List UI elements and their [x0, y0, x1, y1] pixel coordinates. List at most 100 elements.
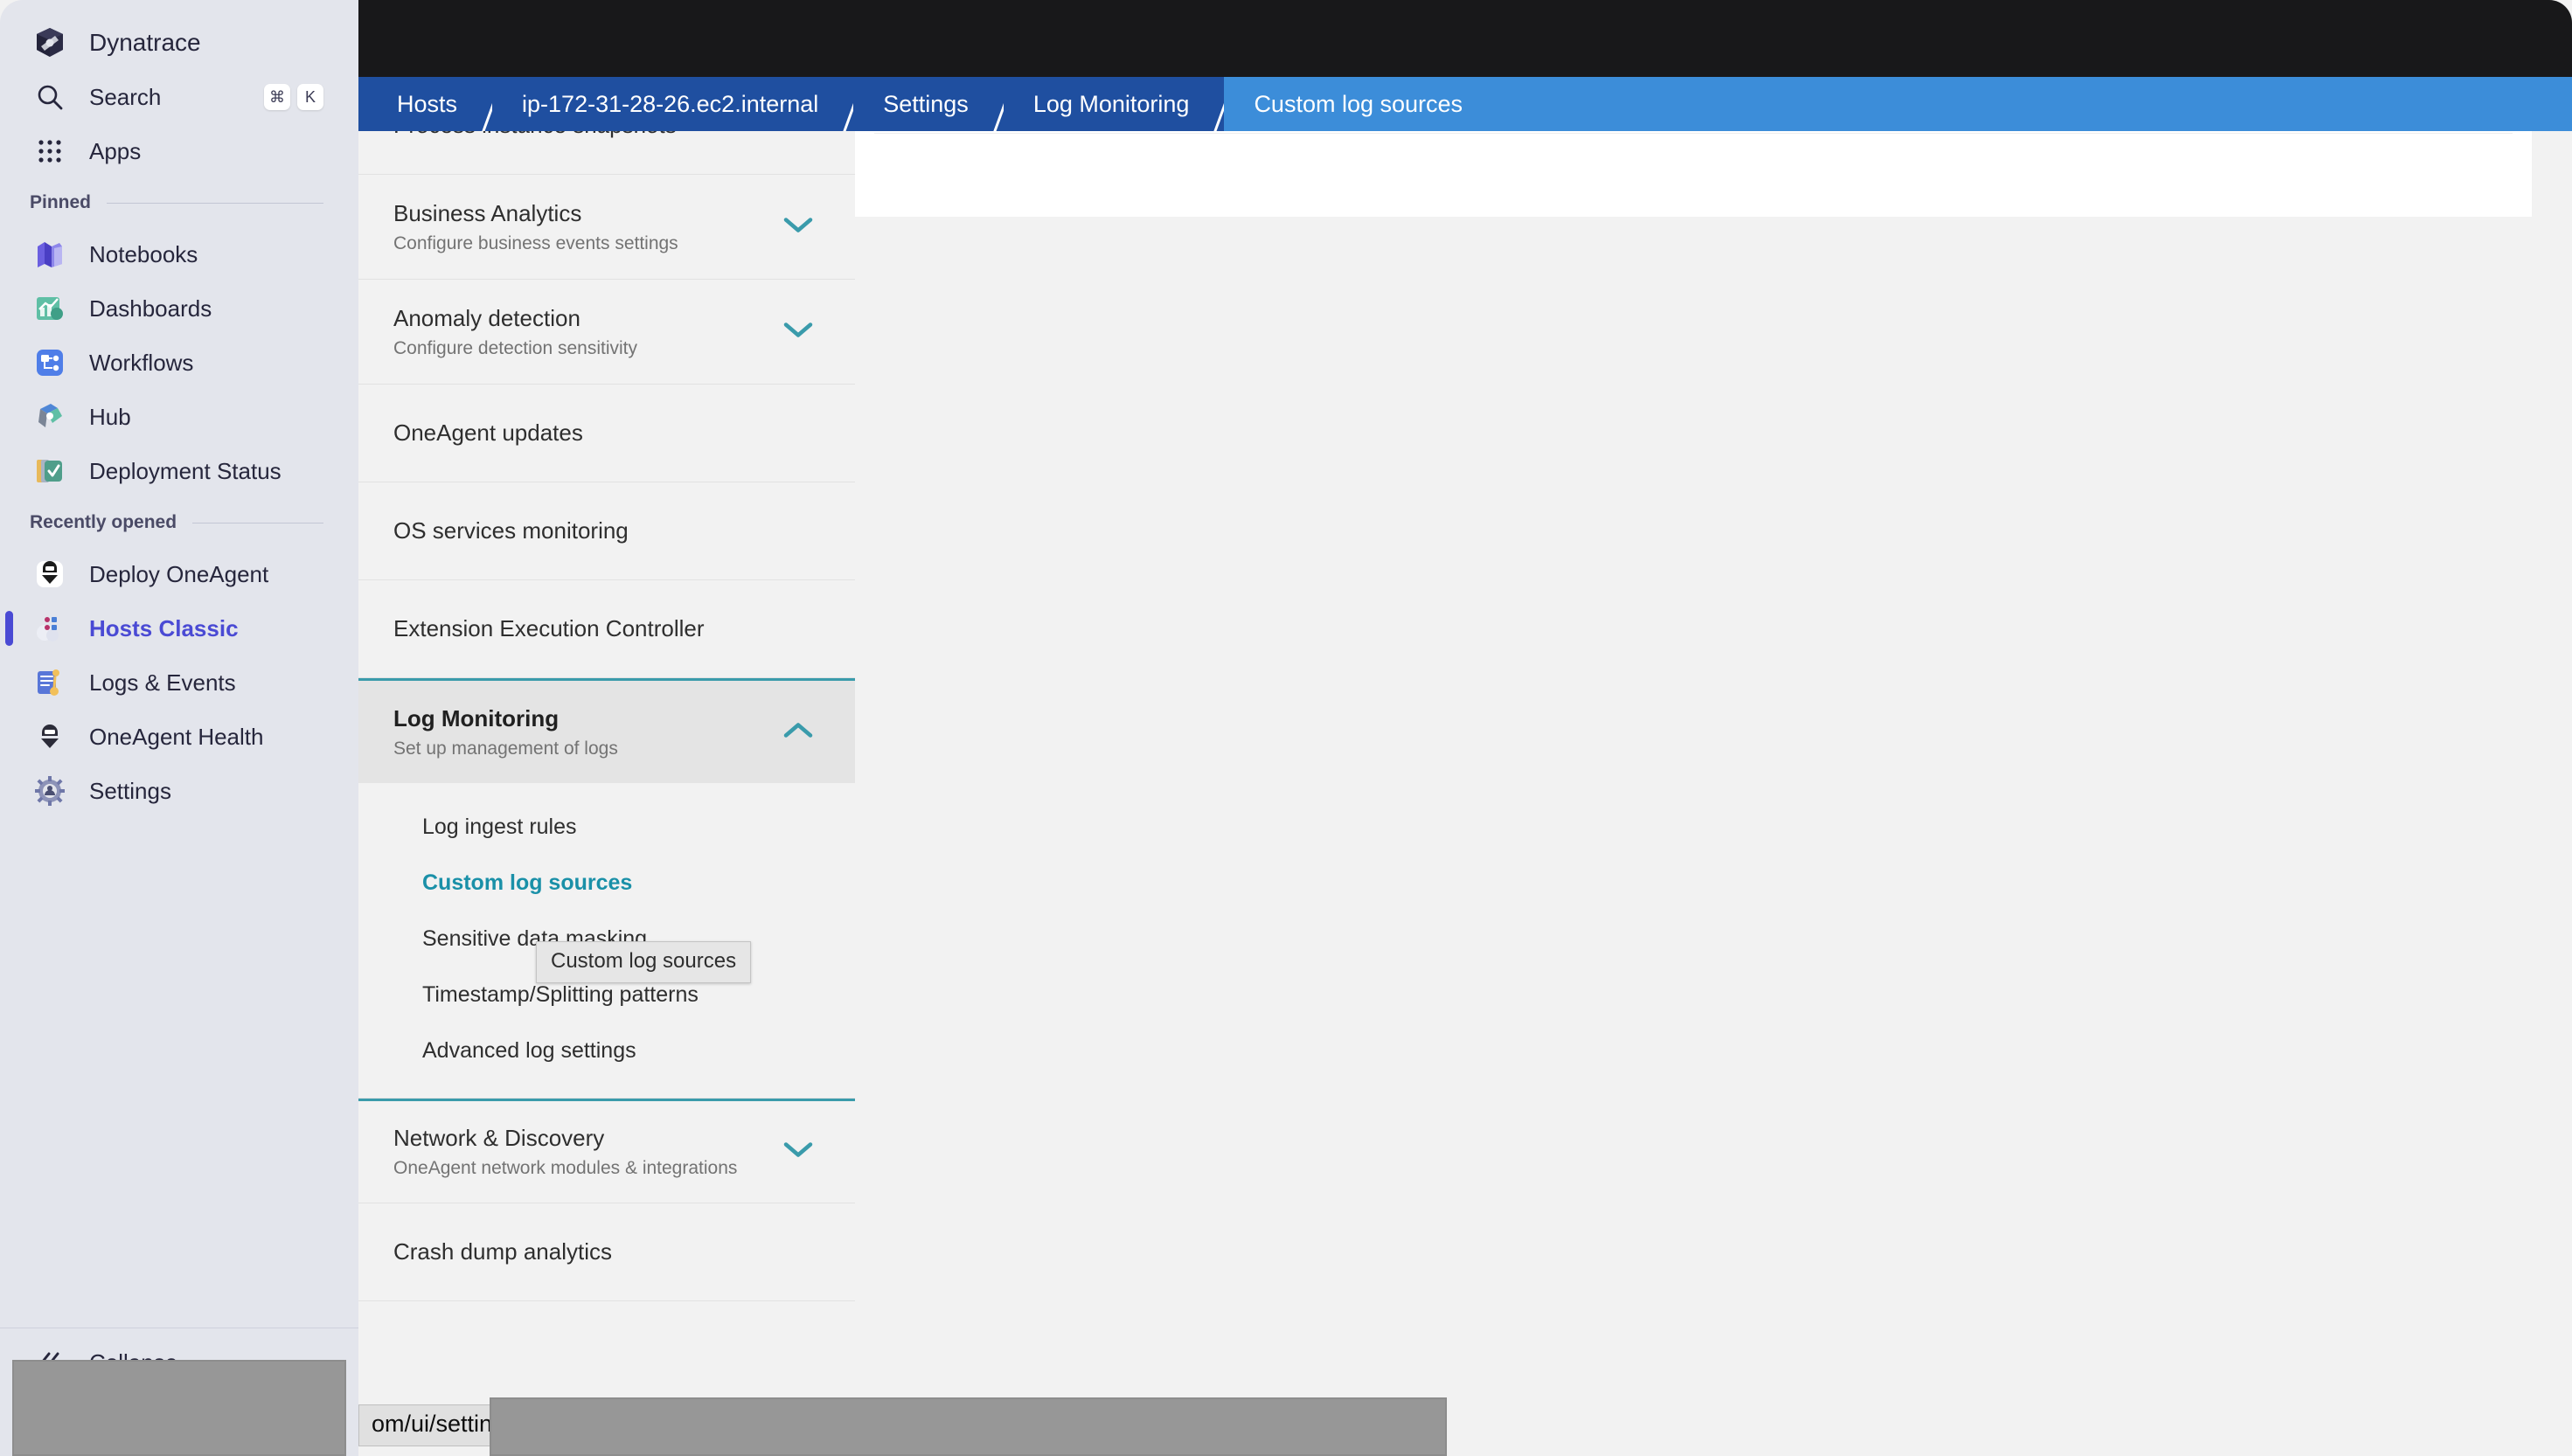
section-title-recently-opened: Recently opened [30, 512, 177, 532]
sidebar-item-oneagent-health[interactable]: OneAgent Health [0, 710, 358, 764]
sidebar-item-label: Settings [89, 777, 171, 804]
settings-nav-item-title: OS services monitoring [393, 517, 629, 544]
apps-grid-icon [30, 131, 70, 171]
deploy-oneagent-icon [30, 554, 70, 594]
settings-nav-item-subtitle: Configure detection sensitivity [393, 337, 637, 358]
section-title-pinned: Pinned [30, 192, 92, 212]
workflows-icon [30, 343, 70, 383]
tooltip-custom-log-sources: Custom log sources [536, 941, 752, 983]
settings-nav-item-title: OneAgent updates [393, 419, 583, 446]
sidebar-item-settings[interactable]: Settings [0, 764, 358, 818]
sidebar-item-label: Dashboards [89, 295, 212, 322]
sidebar-item-hub[interactable]: Hub [0, 390, 358, 444]
breadcrumb-item-custom-log-sources[interactable]: Custom log sources [1224, 77, 1498, 131]
settings-nav-item-business-analytics[interactable]: Business Analytics Configure business ev… [358, 175, 855, 280]
brand-label: Dynatrace [89, 29, 201, 56]
breadcrumb-label: Log Monitoring [1032, 90, 1190, 117]
application-root: Dynatrace Search ⌘ K Apps Pinned Noteboo… [0, 0, 2572, 1456]
apps-label: Apps [89, 137, 142, 164]
breadcrumb-label: Settings [883, 90, 969, 117]
settings-nav-item-title: Business Analytics [393, 199, 582, 226]
settings-navigation-panel: Process instance snapshots Business Anal… [358, 77, 855, 1456]
content-divider [874, 133, 2513, 134]
settings-nav-item-subtitle: OneAgent network modules & integrations [393, 1158, 738, 1178]
search-label: Search [89, 83, 162, 110]
settings-nav-item-subtitle: Set up management of logs [393, 738, 618, 759]
settings-subnav-item-advanced-log-settings[interactable]: Advanced log settings [358, 1023, 855, 1078]
left-sidebar: Dynatrace Search ⌘ K Apps Pinned Noteboo… [0, 0, 358, 1456]
dashboards-icon [30, 288, 70, 329]
sidebar-item-label: Deploy OneAgent [89, 560, 269, 587]
chevron-down-icon[interactable] [783, 1141, 813, 1163]
search-icon [30, 77, 70, 117]
settings-nav-item-network-discovery[interactable]: Network & Discovery OneAgent network mod… [358, 1099, 855, 1203]
logs-events-icon [30, 662, 70, 703]
breadcrumb-label: ip-172-31-28-26.ec2.internal [522, 90, 819, 117]
brand-logo-row[interactable]: Dynatrace [0, 16, 358, 70]
hub-icon [30, 397, 70, 437]
sidebar-section-pinned-header: Pinned [0, 178, 358, 227]
sidebar-item-workflows[interactable]: Workflows [0, 336, 358, 390]
breadcrumb-label: Hosts [397, 90, 458, 117]
sidebar-item-label: Notebooks [89, 240, 198, 267]
breadcrumb-label: Custom log sources [1254, 90, 1463, 117]
settings-nav-item-log-monitoring[interactable]: Log Monitoring Set up management of logs [358, 678, 855, 783]
active-indicator [5, 611, 13, 646]
breadcrumb: Hosts ip-172-31-28-26.ec2.internal Setti… [358, 77, 2572, 131]
dynatrace-logo-icon [30, 23, 70, 63]
chevron-down-icon[interactable] [783, 216, 813, 238]
sidebar-section-recent-header: Recently opened [0, 498, 358, 547]
sidebar-item-dashboards[interactable]: Dashboards [0, 281, 358, 336]
settings-subnav-label: Log ingest rules [422, 814, 577, 839]
settings-nav-item-title: Extension Execution Controller [393, 615, 705, 641]
sidebar-item-label: Hub [89, 403, 131, 430]
search-shortcut-group: ⌘ K [264, 84, 323, 110]
sidebar-item-deploy-oneagent[interactable]: Deploy OneAgent [0, 547, 358, 601]
settings-nav-item-title: Log Monitoring [393, 704, 560, 731]
sidebar-item-label: Workflows [89, 349, 194, 376]
sidebar-item-deployment-status[interactable]: Deployment Status [0, 444, 358, 498]
breadcrumb-item-host-name[interactable]: ip-172-31-28-26.ec2.internal [492, 77, 854, 131]
breadcrumb-item-hosts[interactable]: Hosts [358, 77, 493, 131]
sidebar-item-hosts-classic[interactable]: Hosts Classic [0, 601, 358, 655]
section-divider [107, 202, 323, 204]
shortcut-key-cmd: ⌘ [264, 84, 290, 110]
settings-subnav-label: Custom log sources [422, 870, 633, 895]
settings-nav-item-title: Anomaly detection [393, 304, 580, 331]
shortcut-key-k: K [297, 84, 323, 110]
settings-nav-item-os-services-monitoring[interactable]: OS services monitoring [358, 482, 855, 580]
sidebar-item-label: Hosts Classic [89, 614, 239, 641]
sidebar-item-label: Deployment Status [89, 457, 282, 484]
sidebar-top-group: Dynatrace Search ⌘ K Apps [0, 0, 358, 178]
settings-nav-item-extension-execution-controller[interactable]: Extension Execution Controller [358, 580, 855, 678]
settings-nav-item-title: Network & Discovery [393, 1125, 605, 1151]
settings-subnav-label: Advanced log settings [422, 1037, 636, 1063]
overlay-block-left [12, 1360, 346, 1456]
chevron-up-icon[interactable] [783, 721, 813, 743]
settings-subnav-item-custom-log-sources[interactable]: Custom log sources [358, 855, 855, 911]
apps-row[interactable]: Apps [0, 124, 358, 178]
breadcrumb-item-settings[interactable]: Settings [853, 77, 1004, 131]
deployment-status-icon [30, 451, 70, 491]
settings-nav-item-oneagent-updates[interactable]: OneAgent updates [358, 385, 855, 482]
sidebar-item-logs-events[interactable]: Logs & Events [0, 655, 358, 710]
settings-nav-item-crash-dump-analytics[interactable]: Crash dump analytics [358, 1203, 855, 1301]
overlay-block-right [490, 1397, 1447, 1456]
breadcrumb-item-log-monitoring[interactable]: Log Monitoring [1003, 77, 1225, 131]
settings-nav-item-title: Crash dump analytics [393, 1238, 612, 1265]
sidebar-item-notebooks[interactable]: Notebooks [0, 227, 358, 281]
settings-subnav-label: Timestamp/Splitting patterns [422, 981, 699, 1007]
top-black-bar [358, 0, 2572, 77]
sidebar-item-label: Logs & Events [89, 669, 236, 696]
settings-gear-icon [30, 771, 70, 811]
settings-nav-item-anomaly-detection[interactable]: Anomaly detection Configure detection se… [358, 280, 855, 385]
breadcrumb-filler [1498, 77, 2572, 131]
notebooks-icon [30, 234, 70, 274]
sidebar-item-label: OneAgent Health [89, 723, 264, 750]
oneagent-health-icon [30, 717, 70, 757]
settings-subnav-item-log-ingest-rules[interactable]: Log ingest rules [358, 799, 855, 855]
chevron-down-icon[interactable] [783, 321, 813, 343]
search-row[interactable]: Search ⌘ K [0, 70, 358, 124]
hosts-classic-icon [30, 608, 70, 648]
